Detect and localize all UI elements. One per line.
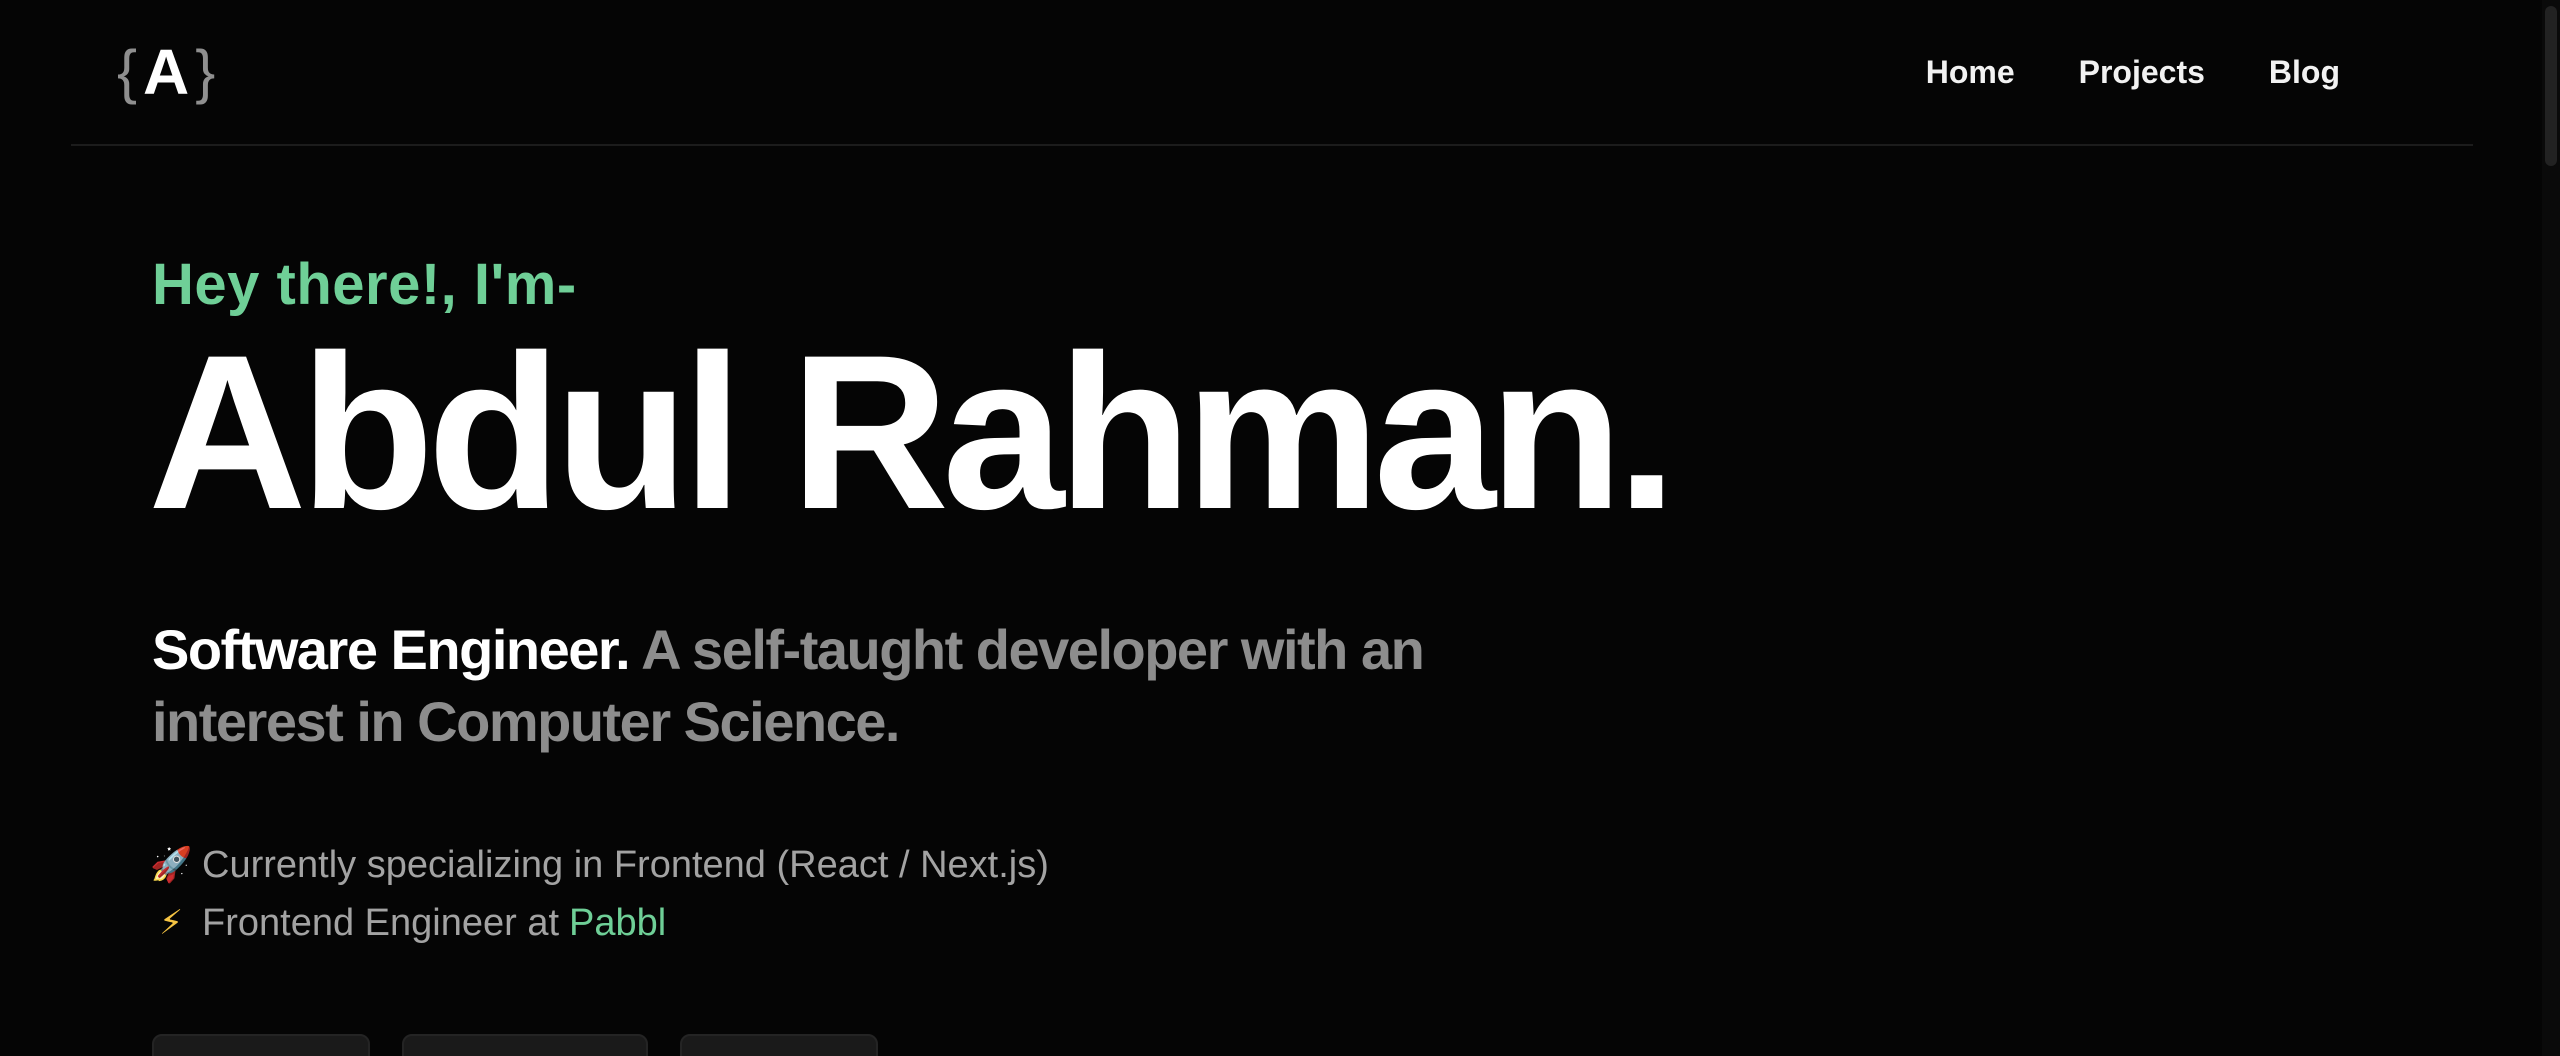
site-logo[interactable]: { A } xyxy=(117,38,217,106)
page-scrollbar[interactable] xyxy=(2542,0,2560,1056)
nav-home-link[interactable]: Home xyxy=(1926,50,2015,94)
fact-specialization: 🚀 Currently specializing in Frontend (Re… xyxy=(150,836,1049,894)
fact-specialization-text: Currently specializing in Frontend (Reac… xyxy=(202,844,1049,886)
action-button-2[interactable] xyxy=(402,1034,648,1056)
hero-facts: 🚀 Currently specializing in Frontend (Re… xyxy=(150,836,1049,952)
hero-action-buttons xyxy=(152,1034,878,1056)
scrollbar-thumb[interactable] xyxy=(2545,6,2557,166)
site-header: { A } Home Projects Blog xyxy=(71,0,2473,146)
rocket-icon: 🚀 xyxy=(150,846,193,884)
fact-role-text: Frontend Engineer at xyxy=(202,902,560,944)
main-nav: Home Projects Blog xyxy=(1926,50,2340,94)
portfolio-page: { A } Home Projects Blog Hey there!, I'm… xyxy=(0,0,2560,1056)
pabbl-link[interactable]: Pabbl xyxy=(569,894,666,952)
action-button-1[interactable] xyxy=(152,1034,370,1056)
logo-open-brace: { xyxy=(117,38,140,105)
logo-letter: A xyxy=(143,36,192,108)
hero-tagline: Software Engineer. A self-taught develop… xyxy=(152,614,1492,758)
lightning-icon: ⚡ xyxy=(159,904,183,942)
fact-current-role: ⚡ Frontend Engineer at Pabbl xyxy=(150,894,1049,952)
action-button-3[interactable] xyxy=(680,1034,878,1056)
nav-blog-link[interactable]: Blog xyxy=(2269,50,2340,94)
hero-name: Abdul Rahman. xyxy=(148,309,1677,555)
tagline-role: Software Engineer. xyxy=(152,618,631,681)
nav-projects-link[interactable]: Projects xyxy=(2079,50,2205,94)
logo-close-brace: } xyxy=(195,38,218,105)
